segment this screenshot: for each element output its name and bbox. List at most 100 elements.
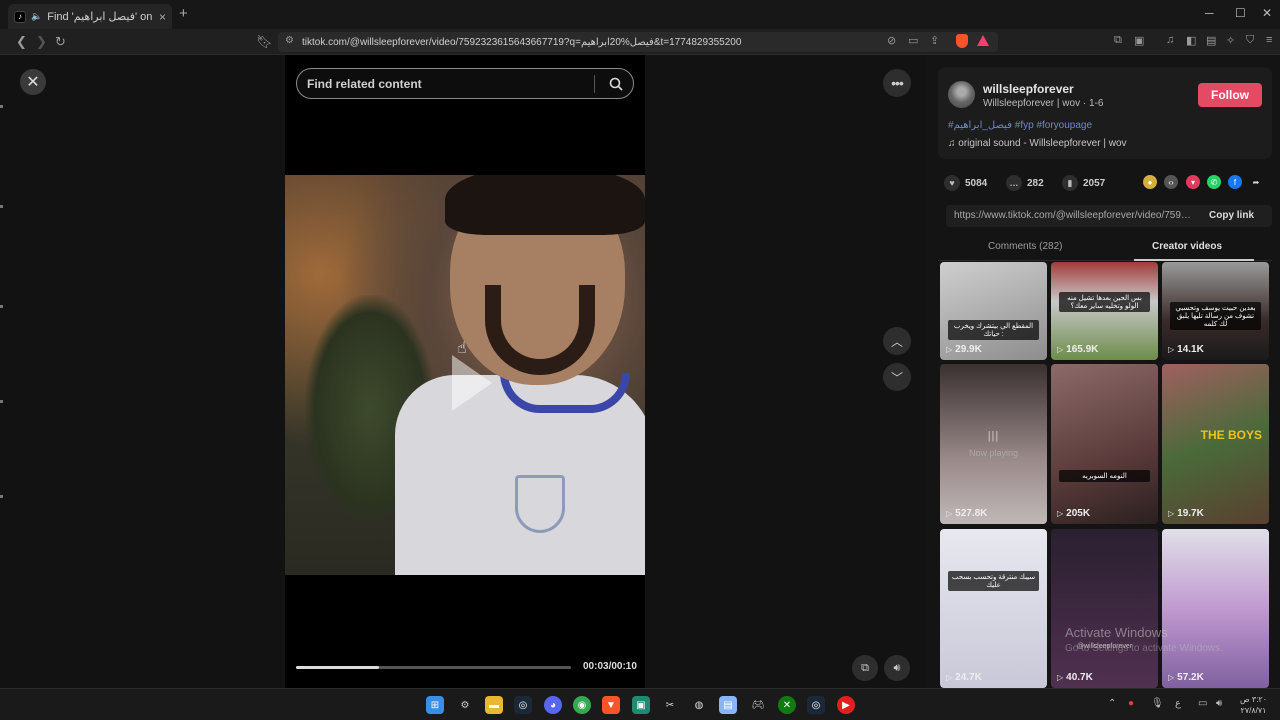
leo-ai-icon[interactable]: ✧: [1226, 34, 1235, 47]
comment-count: 282: [1027, 177, 1044, 189]
audio-playing-icon[interactable]: 🔈: [31, 11, 42, 22]
save-stat[interactable]: ▮ 2057: [1062, 175, 1105, 191]
creator-avatar[interactable]: [948, 81, 975, 108]
video-thumbnail[interactable]: بس الحين بعدها تشيل منه الولو وتخليه ساي…: [1051, 262, 1158, 360]
tray-overflow-icon[interactable]: ⌃: [1108, 698, 1116, 709]
close-video-button[interactable]: ✕: [20, 69, 46, 95]
browser-tab[interactable]: ♪ 🔈 Find 'فيصل ابراهيم' on TikTok ×: [8, 4, 172, 29]
picture-in-picture-icon[interactable]: ▭: [908, 34, 918, 47]
bookmark-icon[interactable]: 🔖︎: [256, 34, 273, 50]
share-page-icon[interactable]: ⇪: [930, 34, 939, 47]
like-stat[interactable]: ♥ 5084: [944, 175, 987, 191]
menu-icon[interactable]: ≡: [1266, 34, 1272, 46]
network-icon[interactable]: ▭: [1198, 698, 1207, 709]
vpn-shield-icon[interactable]: ⛉: [1246, 34, 1254, 47]
play-overlay-icon[interactable]: [452, 355, 492, 411]
follow-button[interactable]: Follow: [1198, 83, 1262, 107]
video-player[interactable]: ☝ 00:03/00:10: [285, 55, 645, 688]
play-count-icon: ▷: [1168, 345, 1175, 354]
capcut-icon[interactable]: ✂: [661, 696, 679, 714]
video-thumbnail[interactable]: بعدين حبيت يوسف وتحسبي تشوف من رسالة تلي…: [1162, 262, 1269, 360]
video-thumbnail[interactable]: @willsleepforever ▷ 40.7K: [1051, 529, 1158, 688]
tray-app-icon[interactable]: ●: [1128, 698, 1134, 709]
notepad-icon[interactable]: ▤: [719, 696, 737, 714]
next-video-button[interactable]: ﹀: [883, 363, 911, 391]
new-tab-button[interactable]: +: [179, 5, 188, 22]
steam-2-icon[interactable]: ◎: [807, 696, 825, 714]
video-frame[interactable]: ☝: [285, 175, 645, 575]
brave-shields-icon[interactable]: [956, 34, 968, 48]
media-player-icon[interactable]: ▶: [837, 696, 855, 714]
xbox-icon[interactable]: ✕: [778, 696, 796, 714]
language-indicator[interactable]: ع: [1175, 698, 1181, 709]
play-count-icon: ▷: [1057, 673, 1064, 682]
video-thumbnail[interactable]: المقطع الي بيتشرك ويخرب حياتك : ▷ 29.9K: [940, 262, 1047, 360]
sidebar-icon[interactable]: ◧: [1186, 34, 1196, 47]
tab-close-icon[interactable]: ×: [159, 10, 166, 24]
tab-creator-videos[interactable]: Creator videos: [1152, 241, 1222, 252]
back-icon[interactable]: ❮: [16, 34, 27, 50]
video-link-row: https://www.tiktok.com/@willsleepforever…: [946, 205, 1272, 227]
video-progress-bar[interactable]: [296, 666, 571, 669]
maximize-button[interactable]: ☐: [1235, 6, 1246, 20]
play-count-icon: ▷: [1057, 345, 1064, 354]
more-options-button[interactable]: •••: [883, 69, 911, 97]
extensions-icon[interactable]: ⧉: [1114, 34, 1122, 47]
search-input[interactable]: [307, 76, 594, 91]
view-count: ▷ 205K: [1057, 508, 1091, 519]
brave-taskbar-icon[interactable]: ▼: [602, 696, 620, 714]
minimize-button[interactable]: ─: [1205, 6, 1214, 20]
obs-icon[interactable]: ◍: [690, 696, 708, 714]
file-explorer-icon[interactable]: ▬: [485, 696, 503, 714]
video-thumbnail[interactable]: THE BOYS ▷ 19.7K: [1162, 364, 1269, 524]
start-menu-icon[interactable]: ⊞: [426, 696, 444, 714]
search-icon[interactable]: [603, 71, 629, 97]
facebook-icon[interactable]: f: [1228, 175, 1242, 189]
media-controls-icon[interactable]: ♫: [1166, 34, 1174, 46]
send-icon[interactable]: ▾: [1186, 175, 1200, 189]
right-panel: willsleepforever Willsleepforever | wov …: [926, 55, 1280, 688]
comment-stat[interactable]: … 282: [1006, 175, 1044, 191]
video-thumbnail[interactable]: النومه السوبريه ▷ 205K: [1051, 364, 1158, 524]
settings-gear-icon[interactable]: ⚙: [456, 696, 474, 714]
video-thumbnail[interactable]: ▷ 57.2K: [1162, 529, 1269, 688]
reload-icon[interactable]: ↻: [55, 34, 66, 50]
whatsapp-icon[interactable]: ✆: [1207, 175, 1221, 189]
repost-icon[interactable]: ●: [1143, 175, 1157, 189]
thumbnail-caption: بعدين حبيت يوسف وتحسبي تشوف من رسالة تلي…: [1170, 302, 1261, 330]
video-thumbnail[interactable]: سيبك منترقة وتحسب بسحب عليك ▷ 24.7K: [940, 529, 1047, 688]
discord-icon[interactable]: ◕: [544, 696, 562, 714]
sound-link[interactable]: ♫ original sound - Willsleepforever | wo…: [948, 138, 1127, 149]
creator-username[interactable]: willsleepforever: [983, 82, 1074, 96]
video-thumbnail[interactable]: ||| Now playing ▷ 527.8K: [940, 364, 1047, 524]
shirt-logo: [515, 475, 565, 533]
teams-icon[interactable]: ▣: [632, 696, 650, 714]
forward-icon[interactable]: ❯: [36, 34, 47, 50]
game-controller-icon[interactable]: 🎮︎: [749, 696, 767, 714]
site-info-icon[interactable]: ⚙: [285, 35, 294, 46]
floating-player-icon[interactable]: ⧉: [852, 655, 878, 681]
video-stats: ♥ 5084 … 282 ▮ 2057 ● ‹› ▾ ✆ f ➦: [938, 173, 1272, 193]
steam-icon[interactable]: ◎: [514, 696, 532, 714]
tab-search-icon[interactable]: ▣: [1134, 34, 1144, 47]
volume-tray-icon[interactable]: 🔊︎: [1216, 698, 1222, 709]
view-count: ▷ 165.9K: [1057, 344, 1099, 355]
volume-icon[interactable]: 🔊︎: [884, 655, 910, 681]
microphone-icon[interactable]: 🎙︎: [1151, 698, 1164, 709]
close-window-button[interactable]: ✕: [1262, 6, 1272, 20]
brave-rewards-icon[interactable]: [977, 35, 989, 46]
chrome-icon[interactable]: ◉: [573, 696, 591, 714]
copy-link-button[interactable]: Copy link: [1209, 210, 1254, 221]
share-arrow-icon[interactable]: ➦: [1249, 175, 1263, 189]
video-link-url[interactable]: https://www.tiktok.com/@willsleepforever…: [954, 210, 1194, 221]
embed-icon[interactable]: ‹›: [1164, 175, 1178, 189]
system-clock[interactable]: ٣:٢٠ ص ٢٧/٨/٧١: [1240, 694, 1267, 716]
comment-icon: …: [1006, 175, 1022, 191]
view-count: ▷ 40.7K: [1057, 672, 1093, 683]
edge-marker: [0, 400, 3, 403]
reader-off-icon[interactable]: ⊘: [887, 34, 896, 47]
tab-comments[interactable]: Comments (282): [988, 241, 1062, 252]
wallet-icon[interactable]: ▤: [1206, 34, 1216, 47]
previous-video-button[interactable]: ︿: [883, 327, 911, 355]
hashtags[interactable]: #فيصل_ابراهيم #fyp #foryoupage: [948, 120, 1092, 131]
